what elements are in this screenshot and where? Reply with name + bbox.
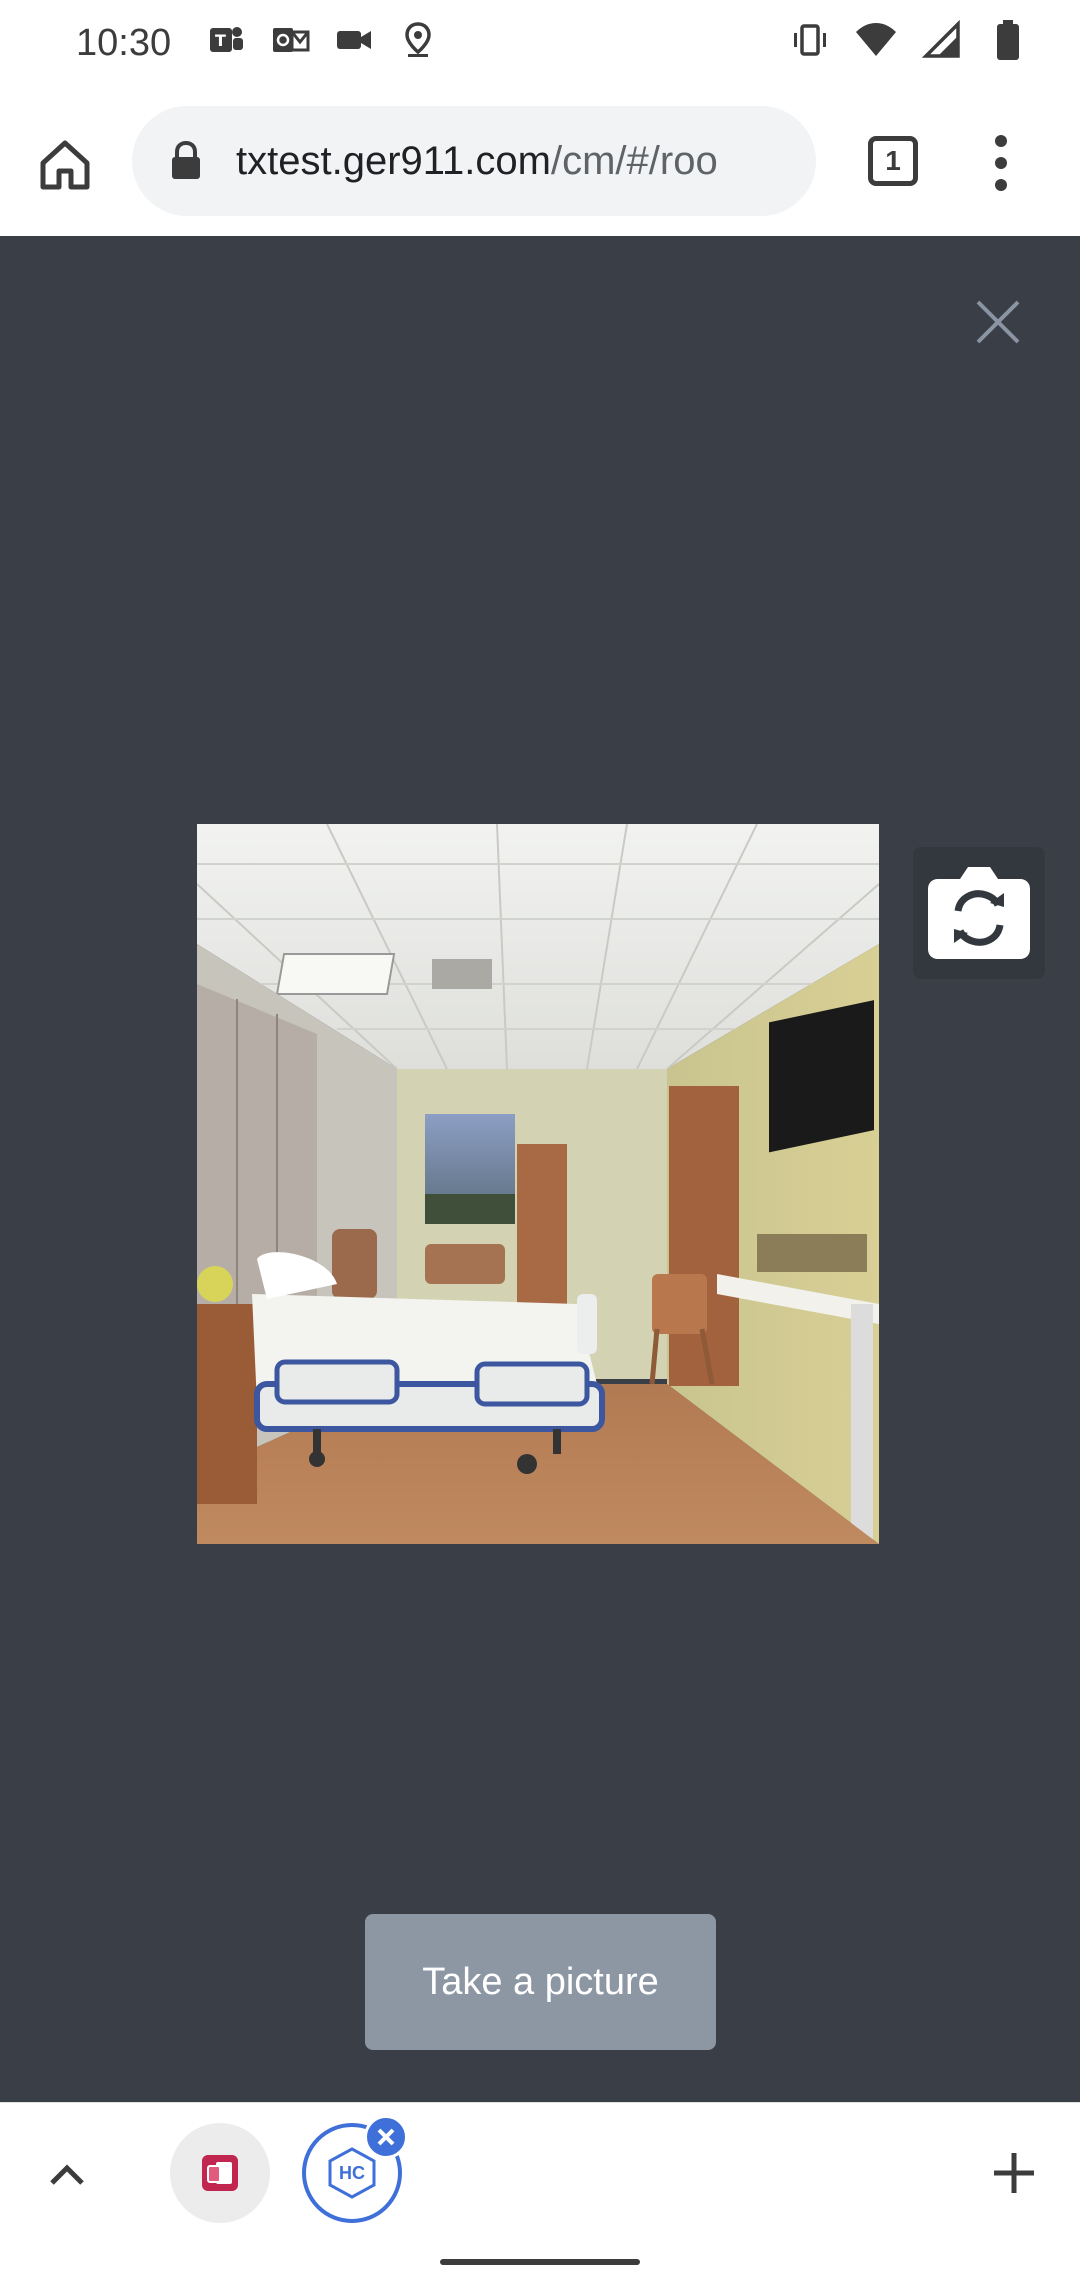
status-time: 10:30 [76, 22, 172, 64]
address-bar[interactable]: txtest.ger911.com/cm/#/roo [132, 106, 816, 216]
status-bar: 10:30 T [0, 0, 1080, 88]
app-tab-icon [202, 2155, 238, 2191]
lock-icon[interactable] [166, 137, 206, 185]
battery-icon [986, 18, 1030, 62]
bottom-tab-strip: HC [0, 2102, 1080, 2280]
tab-count: 1 [868, 136, 918, 186]
location-icon [396, 18, 440, 62]
url-path: /cm/#/roo [550, 138, 718, 183]
url-host: txtest.ger911.com [236, 138, 551, 183]
new-tab-button[interactable] [990, 2149, 1038, 2197]
close-tab-button[interactable] [364, 2115, 408, 2159]
vibrate-icon [788, 18, 832, 62]
camera-modal: Take a picture [0, 236, 1080, 2102]
switch-camera-icon [928, 867, 1030, 959]
expand-tabs-button[interactable] [40, 2149, 94, 2203]
menu-dot-icon [995, 157, 1007, 169]
tab-thumbnail-1[interactable] [170, 2123, 270, 2223]
plus-icon [994, 2153, 1034, 2193]
close-icon [377, 2128, 395, 2146]
system-icons [788, 18, 1030, 62]
take-picture-button[interactable]: Take a picture [365, 1914, 716, 2050]
browser-toolbar: txtest.ger911.com/cm/#/roo 1 [0, 88, 1080, 236]
flip-camera-button[interactable] [913, 847, 1045, 979]
gesture-handle[interactable] [440, 2259, 640, 2265]
teams-icon: T [204, 18, 248, 62]
tab-switcher-button[interactable]: 1 [862, 130, 924, 192]
chevron-up-icon [50, 2164, 84, 2185]
wifi-icon [854, 18, 898, 62]
menu-dot-icon [995, 179, 1007, 191]
close-button[interactable] [970, 294, 1026, 350]
home-button[interactable] [30, 130, 100, 200]
home-icon [40, 140, 90, 190]
camera-preview-image [197, 824, 879, 1544]
signal-icon [920, 18, 964, 62]
notification-icons: T [204, 18, 440, 62]
video-camera-icon [332, 18, 376, 62]
more-options-button[interactable] [976, 128, 1026, 198]
url-text[interactable]: txtest.ger911.com/cm/#/roo [236, 139, 718, 184]
close-icon [976, 300, 1020, 344]
tab-label: HC [339, 2162, 365, 2183]
svg-text:T: T [215, 31, 226, 50]
outlook-icon [268, 18, 312, 62]
menu-dot-icon [995, 135, 1007, 147]
camera-preview [197, 824, 879, 1544]
